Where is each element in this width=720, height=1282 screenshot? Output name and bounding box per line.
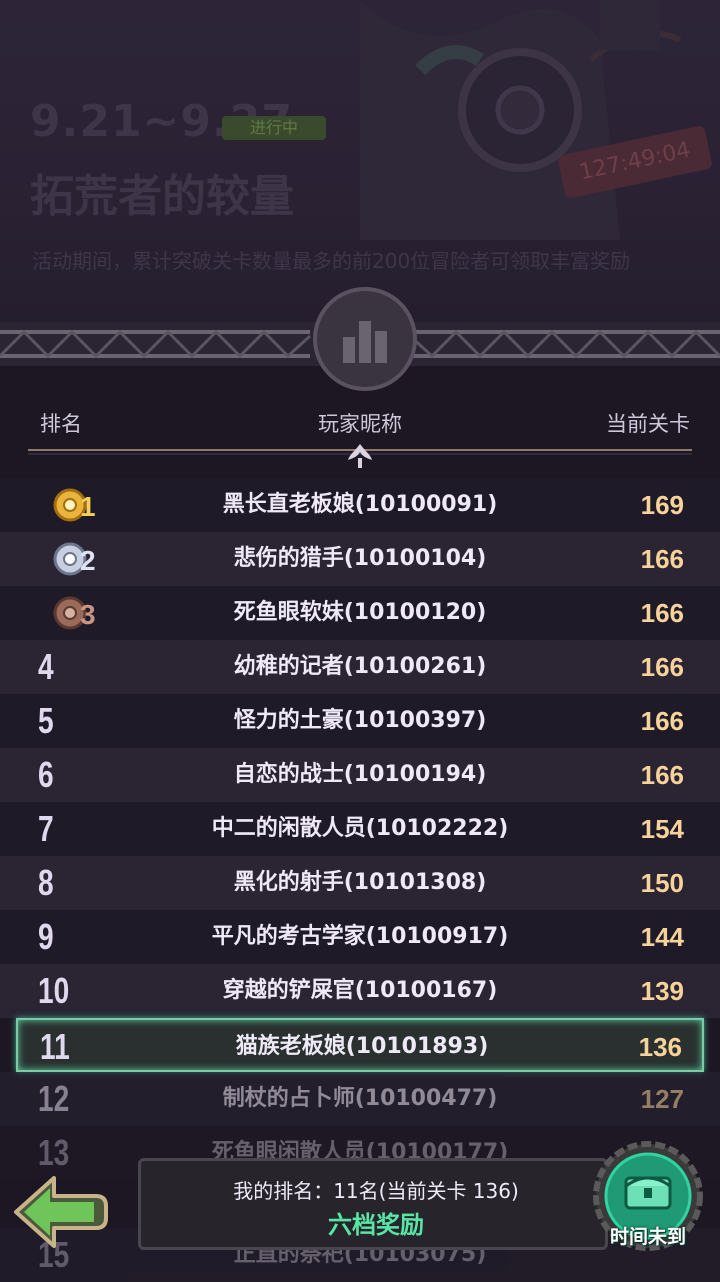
player-name: 死鱼眼软妹(10100120) xyxy=(233,600,487,625)
table-row[interactable]: 2 悲伤的猎手(10100104) 166 xyxy=(0,532,720,586)
player-name: 幼稚的记者(10100261) xyxy=(233,654,487,679)
table-header: 排名 玩家昵称 当前关卡 xyxy=(0,400,720,440)
header-stage: 当前关卡 xyxy=(606,412,690,436)
table-row[interactable]: 6 自恋的战士(10100194) 166 xyxy=(0,748,720,802)
reward-tier-text: 六档奖励 xyxy=(328,1211,424,1239)
player-stage: 166 xyxy=(640,706,684,736)
my-rank-row[interactable]: 11 猫族老板娘(10101893) 136 xyxy=(16,1018,704,1072)
player-name: 自恋的战士(10100194) xyxy=(233,762,487,787)
table-row[interactable]: 8 黑化的射手(10101308) 150 xyxy=(0,856,720,910)
player-name: 穿越的铲屎官(10100167) xyxy=(222,978,498,1003)
bar-chart-icon xyxy=(343,321,387,363)
player-stage: 166 xyxy=(640,544,684,574)
player-name: 制杖的占卜师(10100477) xyxy=(222,1086,498,1111)
banner-artwork xyxy=(360,0,682,240)
player-stage: 150 xyxy=(640,868,684,898)
player-name: 猫族老板娘(10101893) xyxy=(235,1034,489,1059)
event-banner: 9.21~9.27 进行中 拓荒者的较量 127:49:04 活动期间，累计突破… xyxy=(0,0,720,325)
header-divider xyxy=(28,444,692,468)
player-stage: 136 xyxy=(638,1032,682,1062)
table-row[interactable]: 7 中二的闲散人员(10102222) 154 xyxy=(0,802,720,856)
table-row[interactable]: 5 怪力的土豪(10100397) 166 xyxy=(0,694,720,748)
event-description: 活动期间，累计突破关卡数量最多的前200位冒险者可领取丰富奖励 xyxy=(32,249,631,273)
chest-status-label: 时间未到 xyxy=(609,1226,686,1248)
my-rank-text: 我的排名：11名(当前关卡 136) xyxy=(233,1179,519,1203)
player-name: 怪力的土豪(10100397) xyxy=(233,708,487,733)
player-stage: 169 xyxy=(640,490,684,520)
back-arrow-icon[interactable] xyxy=(10,1172,110,1252)
table-row[interactable]: 12 制杖的占卜师(10100477) 127 xyxy=(0,1072,720,1126)
player-stage: 139 xyxy=(640,976,684,1006)
player-name: 悲伤的猎手(10100104) xyxy=(233,546,487,571)
player-name: 黑化的射手(10101308) xyxy=(233,870,487,895)
player-stage: 166 xyxy=(640,652,684,682)
player-stage: 154 xyxy=(640,814,684,844)
treasure-chest-icon xyxy=(624,1176,672,1210)
player-stage: 166 xyxy=(640,760,684,790)
player-name: 平凡的考古学家(10100917) xyxy=(211,924,509,949)
table-row[interactable]: 9 平凡的考古学家(10100917) 144 xyxy=(0,910,720,964)
leaderboard-badge xyxy=(313,287,417,391)
player-stage: 127 xyxy=(640,1084,684,1114)
player-stage: 166 xyxy=(640,598,684,628)
table-row[interactable]: 4 幼稚的记者(10100261) 166 xyxy=(0,640,720,694)
player-name: 黑长直老板娘(10100091) xyxy=(222,492,498,517)
table-row[interactable]: 3 死鱼眼软妹(10100120) 166 xyxy=(0,586,720,640)
table-row[interactable]: 10 穿越的铲屎官(10100167) 139 xyxy=(0,964,720,1018)
table-row[interactable]: 1 黑长直老板娘(10100091) 169 xyxy=(0,478,720,532)
event-title: 拓荒者的较量 xyxy=(30,171,294,222)
player-name: 中二的闲散人员(10102222) xyxy=(211,816,509,841)
my-rank-panel: 我的排名：11名(当前关卡 136) 六档奖励 xyxy=(138,1158,608,1250)
player-stage: 144 xyxy=(640,922,684,952)
status-badge: 进行中 xyxy=(222,116,326,140)
